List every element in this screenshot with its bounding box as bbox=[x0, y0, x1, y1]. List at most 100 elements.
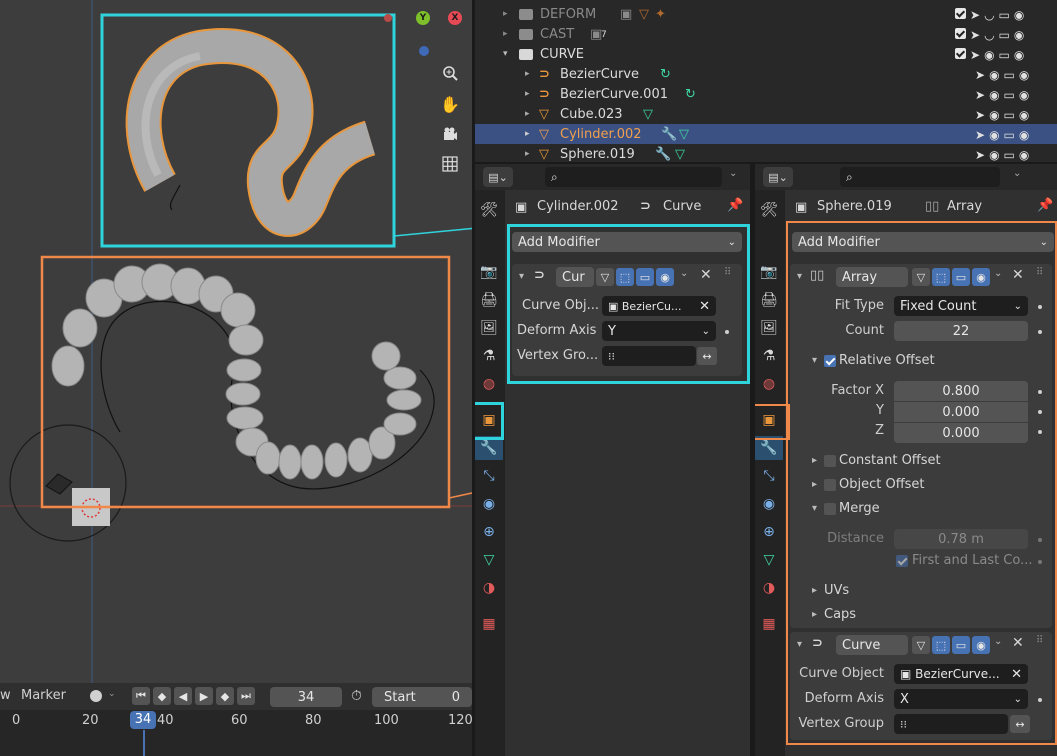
object-label[interactable]: BezierCurve bbox=[560, 67, 639, 82]
stopwatch-icon[interactable]: ⏱ bbox=[351, 688, 362, 704]
chevron-down-icon[interactable]: ⌄ bbox=[1013, 168, 1021, 179]
object-label[interactable]: BezierCurve.001 bbox=[560, 87, 668, 102]
factor-x-field[interactable]: 0.800 bbox=[894, 381, 1028, 401]
keyframe-dot[interactable] bbox=[1038, 560, 1042, 564]
caps-subpanel[interactable]: Caps bbox=[824, 607, 856, 622]
timeline-ruler[interactable]: 0 20 34 40 60 80 100 120 bbox=[0, 710, 473, 756]
expand-arrow-icon[interactable]: ▸ bbox=[525, 149, 530, 159]
next-keyframe-icon[interactable]: ◆ bbox=[216, 687, 234, 705]
keyframe-dot[interactable] bbox=[1038, 538, 1042, 542]
render-display-icon[interactable]: ◉ bbox=[656, 268, 674, 286]
keyframe-dot[interactable] bbox=[1038, 410, 1042, 414]
vertex-group-field[interactable]: ⁝⁝ bbox=[894, 714, 1008, 734]
collapse-arrow-icon[interactable]: ▾ bbox=[812, 355, 817, 366]
view-menu[interactable]: w bbox=[0, 688, 11, 703]
properties-panel-left[interactable]: ▤⌄ ⌕ ⌄ 🛠 📷 🖨 🖼 ⚗ ◍ ▣ 🔧 ⤡ ◉ ⊕ ▽ ◑ ▦ ▣ Cyl… bbox=[475, 164, 750, 756]
collapse-arrow-icon[interactable]: ▾ bbox=[812, 503, 817, 514]
editor-type-icon[interactable]: ▤⌄ bbox=[763, 167, 793, 187]
expand-arrow-icon[interactable]: ▸ bbox=[525, 69, 530, 79]
viewport-display-icon[interactable]: ▭ bbox=[952, 268, 970, 286]
drag-handle-icon[interactable]: ⠿ bbox=[1036, 635, 1043, 646]
edit-mode-cage-icon[interactable]: ▽ bbox=[596, 268, 614, 286]
outliner-collection-row[interactable]: ▾ CURVE ➤ ◉ ▭ ◉ bbox=[475, 44, 1057, 64]
collection-label[interactable]: DEFORM bbox=[540, 7, 596, 22]
curve-object-field[interactable]: ▣ BezierCu... ✕ bbox=[602, 296, 716, 316]
chevron-down-icon[interactable]: ⌄ bbox=[680, 268, 688, 279]
edit-mode-cage-icon[interactable]: ▽ bbox=[912, 268, 930, 286]
physics-tab-icon[interactable]: ◉ bbox=[755, 492, 783, 516]
collapse-arrow-icon[interactable]: ▾ bbox=[797, 639, 802, 650]
expand-arrow-icon[interactable]: ▸ bbox=[812, 455, 817, 466]
data-tab-icon[interactable]: ▽ bbox=[755, 548, 783, 572]
modifier-name-input[interactable]: Curve bbox=[836, 635, 908, 655]
merge-checkbox[interactable] bbox=[824, 503, 836, 515]
physics-tab-icon[interactable]: ◉ bbox=[475, 492, 503, 516]
count-field[interactable]: 22 bbox=[894, 321, 1028, 341]
world-tab-icon[interactable]: ◍ bbox=[475, 372, 503, 396]
expand-arrow-icon[interactable]: ▸ bbox=[812, 585, 817, 596]
constraints-tab-icon[interactable]: ⊕ bbox=[475, 520, 503, 544]
material-tab-icon[interactable]: ◑ bbox=[755, 576, 783, 600]
expand-arrow-icon[interactable]: ▸ bbox=[503, 9, 508, 19]
viewport-display-icon[interactable]: ▭ bbox=[636, 268, 654, 286]
deform-axis-select[interactable]: Y ⌄ bbox=[602, 321, 716, 341]
keyframe-dot[interactable] bbox=[1038, 698, 1042, 702]
material-tab-icon[interactable]: ◑ bbox=[475, 576, 503, 600]
view-layer-tab-icon[interactable]: 🖼 bbox=[755, 316, 783, 340]
pin-icon[interactable]: 📌 bbox=[727, 198, 743, 213]
properties-panel-right[interactable]: ▤⌄ ⌕ ⌄ 🛠 📷 🖨 🖼 ⚗ ◍ ▣ 🔧 ⤡ ◉ ⊕ ▽ ◑ ▦ ▣ Sph… bbox=[755, 164, 1057, 756]
invert-icon[interactable]: ↔ bbox=[1010, 715, 1030, 733]
edit-mode-icon[interactable]: ⬚ bbox=[616, 268, 634, 286]
view-layer-tab-icon[interactable]: 🖼 bbox=[475, 316, 503, 340]
drag-handle-icon[interactable]: ⠿ bbox=[724, 267, 731, 278]
keyframe-dot[interactable] bbox=[1038, 390, 1042, 394]
grid-view-icon[interactable] bbox=[439, 153, 461, 175]
record-icon[interactable] bbox=[90, 690, 102, 702]
outliner-collection-row[interactable]: ▸ DEFORM ▣ ▽ ✦ ➤ ◡ ▭ ◉ bbox=[475, 4, 1057, 24]
3d-viewport[interactable]: Y X ✋ bbox=[0, 0, 472, 683]
edit-mode-icon[interactable]: ⬚ bbox=[932, 268, 950, 286]
constraints-tab-icon[interactable]: ⊕ bbox=[755, 520, 783, 544]
search-input[interactable]: ⌕ bbox=[840, 167, 1000, 187]
deform-axis-select[interactable]: X ⌄ bbox=[894, 689, 1028, 709]
object-offset-checkbox[interactable] bbox=[824, 479, 836, 491]
collection-label[interactable]: CURVE bbox=[540, 47, 584, 62]
world-tab-icon[interactable]: ◍ bbox=[755, 372, 783, 396]
jump-end-icon[interactable]: ⏭ bbox=[237, 687, 255, 705]
visibility-toggles[interactable]: ➤ ◉ ▭ ◉ bbox=[975, 88, 1029, 102]
gizmo-y-axis[interactable]: Y bbox=[416, 11, 430, 25]
visibility-toggles[interactable]: ➤ ◡ ▭ ◉ bbox=[955, 8, 1024, 22]
play-icon[interactable]: ▶ bbox=[195, 687, 213, 705]
curve-object-field[interactable]: ▣ BezierCurve... ✕ bbox=[894, 664, 1028, 684]
keyframe-dot[interactable] bbox=[725, 330, 729, 334]
distance-field[interactable]: 0.78 m bbox=[894, 529, 1028, 549]
area-divider[interactable] bbox=[475, 162, 1057, 164]
prev-keyframe-icon[interactable]: ◆ bbox=[153, 687, 171, 705]
current-frame-field[interactable]: 34 bbox=[270, 687, 342, 707]
chevron-down-icon[interactable]: ⌄ bbox=[994, 636, 1002, 647]
marker-menu[interactable]: Marker bbox=[21, 688, 66, 703]
tool-tab-icon[interactable]: 🛠 bbox=[475, 198, 503, 222]
close-icon[interactable]: ✕ bbox=[1012, 635, 1024, 651]
close-icon[interactable]: ✕ bbox=[1012, 267, 1024, 283]
outliner-object-row[interactable]: ▸ ▽ Sphere.019 🔧 ▽ ➤ ◉ ▭ ◉ bbox=[475, 144, 1057, 163]
edit-mode-cage-icon[interactable]: ▽ bbox=[912, 636, 930, 654]
chevron-down-icon[interactable]: ⌄ bbox=[108, 689, 116, 699]
render-display-icon[interactable]: ◉ bbox=[972, 268, 990, 286]
visibility-toggles[interactable]: ➤ ◉ ▭ ◉ bbox=[975, 68, 1029, 82]
expand-arrow-icon[interactable]: ▸ bbox=[525, 129, 530, 139]
visibility-toggles[interactable]: ➤ ◉ ▭ ◉ bbox=[975, 148, 1029, 162]
pin-icon[interactable]: 📌 bbox=[1037, 198, 1053, 213]
particles-tab-icon[interactable]: ⤡ bbox=[475, 464, 503, 488]
timeline[interactable]: w Marker ⌄ ⏮ ◆ ◀ ▶ ◆ ⏭ 34 ⏱ Start 0 0 20… bbox=[0, 683, 473, 756]
play-reverse-icon[interactable]: ◀ bbox=[174, 687, 192, 705]
start-frame-field[interactable]: Start 0 bbox=[372, 687, 472, 707]
visibility-toggles[interactable]: ➤ ◉ ▭ ◉ bbox=[975, 108, 1029, 122]
expand-arrow-icon[interactable]: ▸ bbox=[812, 479, 817, 490]
add-modifier-button[interactable]: Add Modifier ⌄ bbox=[792, 232, 1054, 252]
chevron-down-icon[interactable]: ⌄ bbox=[729, 168, 737, 179]
chevron-down-icon[interactable]: ⌄ bbox=[994, 268, 1002, 279]
close-icon[interactable]: ✕ bbox=[700, 267, 712, 283]
outliner-collection-row[interactable]: ▸ CAST ▣ 7 ➤ ◡ ▭ ◉ bbox=[475, 24, 1057, 44]
uvs-subpanel[interactable]: UVs bbox=[824, 583, 849, 598]
